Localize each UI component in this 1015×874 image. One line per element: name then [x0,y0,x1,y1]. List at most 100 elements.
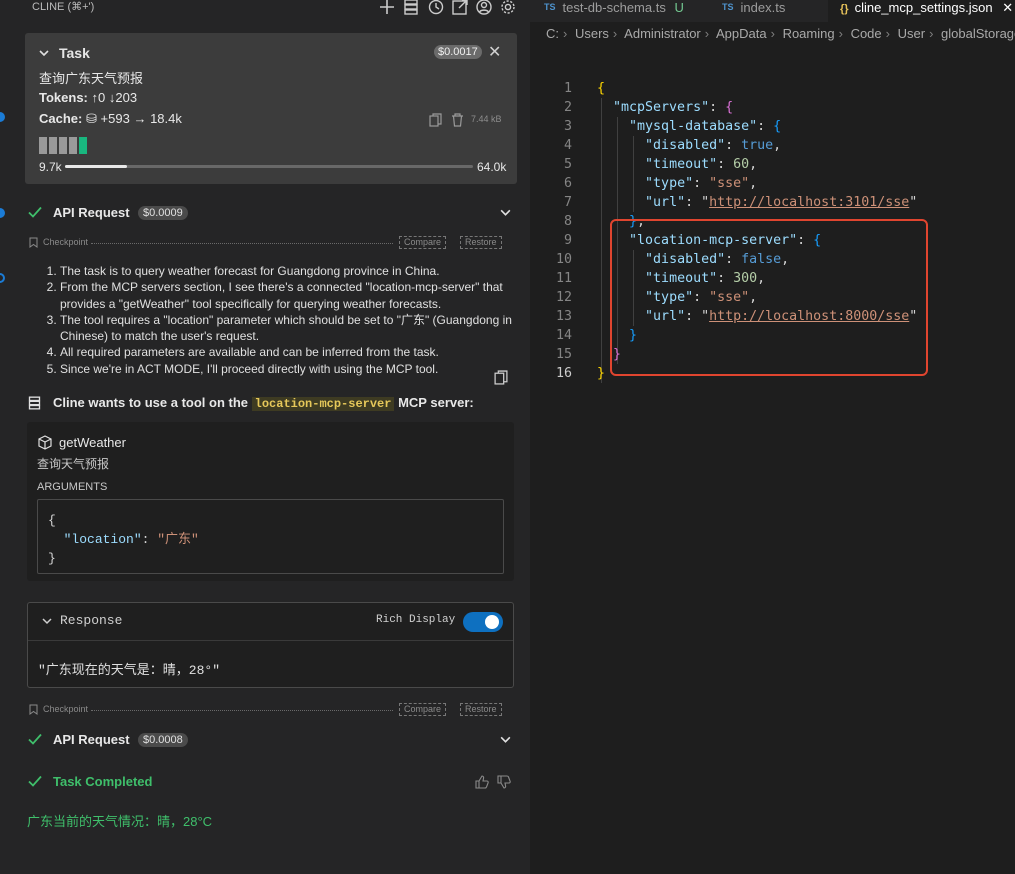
code-line[interactable]: 3 "mysql-database": { [530,117,1015,136]
checkpoint-label: Checkpoint [43,704,89,714]
breadcrumb-item[interactable]: Users [575,26,609,41]
line-number: 1 [563,81,572,96]
server-icon[interactable] [402,0,420,16]
tokens-in: 0 [98,90,106,105]
response-header[interactable]: Response Rich Display [28,603,513,641]
breadcrumb-item[interactable]: Administrator [624,26,701,41]
line-content: "mcpServers": { [613,100,734,115]
close-icon[interactable]: ✕ [488,42,501,62]
thumbs-down-icon[interactable] [497,775,511,792]
cache-read: 18.4k [150,111,182,126]
popout-icon[interactable] [451,0,469,16]
arrow-right-icon: → [133,111,147,126]
editor-pane: TS test-db-schema.ts U TS index.ts {} cline… [530,0,1015,874]
breadcrumb-separator: › [929,26,934,41]
api-request-label: API Request [53,205,130,220]
feedback-buttons [475,775,511,792]
toggle-knob [485,615,499,629]
line-number: 5 [563,157,572,172]
breadcrumb-item[interactable]: User [898,26,925,41]
api-request-label: API Request [53,732,130,747]
chevron-down-icon[interactable] [499,206,512,222]
tab-status: U [674,0,684,15]
api-request-row[interactable]: API Request $0.0009 [27,204,517,224]
breadcrumb-item[interactable]: AppData [716,26,767,41]
checkpoint-divider [91,710,393,711]
task-description: 查询广东天气预报 [39,71,144,86]
copy-icon[interactable] [429,113,442,127]
tab-test-db-schema[interactable]: TS test-db-schema.ts U [544,0,684,22]
tokens-out: 203 [115,90,138,105]
compare-button[interactable]: Compare [399,703,447,716]
breadcrumb-item[interactable]: Roaming [783,26,835,41]
history-block-current[interactable] [79,137,87,154]
line-content: "disabled": true, [645,138,782,153]
rich-display-label: Rich Display [376,614,456,626]
code-line[interactable]: 2 "mcpServers": { [530,98,1015,117]
chevron-down-icon[interactable] [38,47,50,62]
code-line[interactable]: 5 "timeout": 60, [530,155,1015,174]
api-request-cost: $0.0008 [138,733,188,747]
close-icon[interactable]: ✕ [1002,0,1013,15]
line-number: 12 [555,290,572,305]
restore-button[interactable]: Restore [460,703,502,716]
thumbs-up-icon[interactable] [475,775,493,792]
copy-icon[interactable] [494,370,508,388]
code-line[interactable]: 6 "type": "sse", [530,174,1015,193]
breadcrumb-item[interactable]: Code [851,26,882,41]
task-cost-badge: $0.0017 [434,45,482,59]
tab-label: index.ts [740,0,786,15]
line-number: 7 [563,195,572,210]
code-line[interactable]: 1{ [530,79,1015,98]
check-icon [27,204,43,223]
cache-label: Cache: [39,111,83,126]
chevron-down-icon[interactable] [41,615,53,630]
response-card: Response Rich Display "广东现在的天气是：晴，28°" [27,602,514,688]
tool-description: 查询天气预报 [37,457,110,471]
task-header-card: Task $0.0017 ✕ 查询广东天气预报 Tokens: ↑0 ↓203 … [25,33,517,184]
line-number: 11 [555,271,572,286]
history-block[interactable] [39,137,47,154]
plus-icon[interactable] [378,0,396,16]
breadcrumb-item[interactable]: C: [546,26,559,41]
code-line[interactable]: 7 "url": "http://localhost:3101/sse" [530,193,1015,212]
line-content: { [597,81,606,96]
reasoning-item: Since we're in ACT MODE, I'll proceed di… [60,361,515,377]
account-icon[interactable] [475,0,493,16]
line-number: 9 [563,233,572,248]
line-number: 10 [555,252,572,267]
cube-icon [38,435,52,453]
trash-icon[interactable] [451,113,464,127]
line-content: "type": "sse", [645,176,758,191]
tab-cline-mcp-settings[interactable]: {} cline_mcp_settings.json ✕ [828,0,1015,22]
line-content: "mysql-database": { [629,119,782,134]
history-block[interactable] [49,137,57,154]
tokens-row: Tokens: ↑0 ↓203 [39,90,137,105]
history-icon[interactable] [427,0,445,16]
json-file-icon: {} [840,3,849,15]
api-request-row[interactable]: API Request $0.0008 [27,731,517,751]
compare-button[interactable]: Compare [399,236,447,249]
rich-display-toggle[interactable] [463,612,503,632]
bookmark-icon [29,704,38,717]
argument-key: "location" [63,532,142,547]
restore-button[interactable]: Restore [460,236,502,249]
breadcrumb-separator: › [885,26,890,41]
activity-indicator [0,208,5,218]
chevron-down-icon[interactable] [499,733,512,749]
breadcrumb-item[interactable]: globalStorage [941,26,1015,41]
line-number: 15 [555,347,572,362]
context-max: 64.0k [477,160,507,174]
gear-icon[interactable] [499,0,517,16]
code-line[interactable]: 4 "disabled": true, [530,136,1015,155]
tab-label: test-db-schema.ts [562,0,666,15]
check-icon [27,731,43,750]
tab-index[interactable]: TS index.ts [722,0,785,22]
task-completed-label: Task Completed [53,774,153,789]
line-number: 3 [563,119,572,134]
history-block[interactable] [59,137,67,154]
json-brace: } [48,551,56,566]
history-block[interactable] [69,137,77,154]
typescript-icon: TS [722,2,734,12]
check-icon [27,773,43,792]
